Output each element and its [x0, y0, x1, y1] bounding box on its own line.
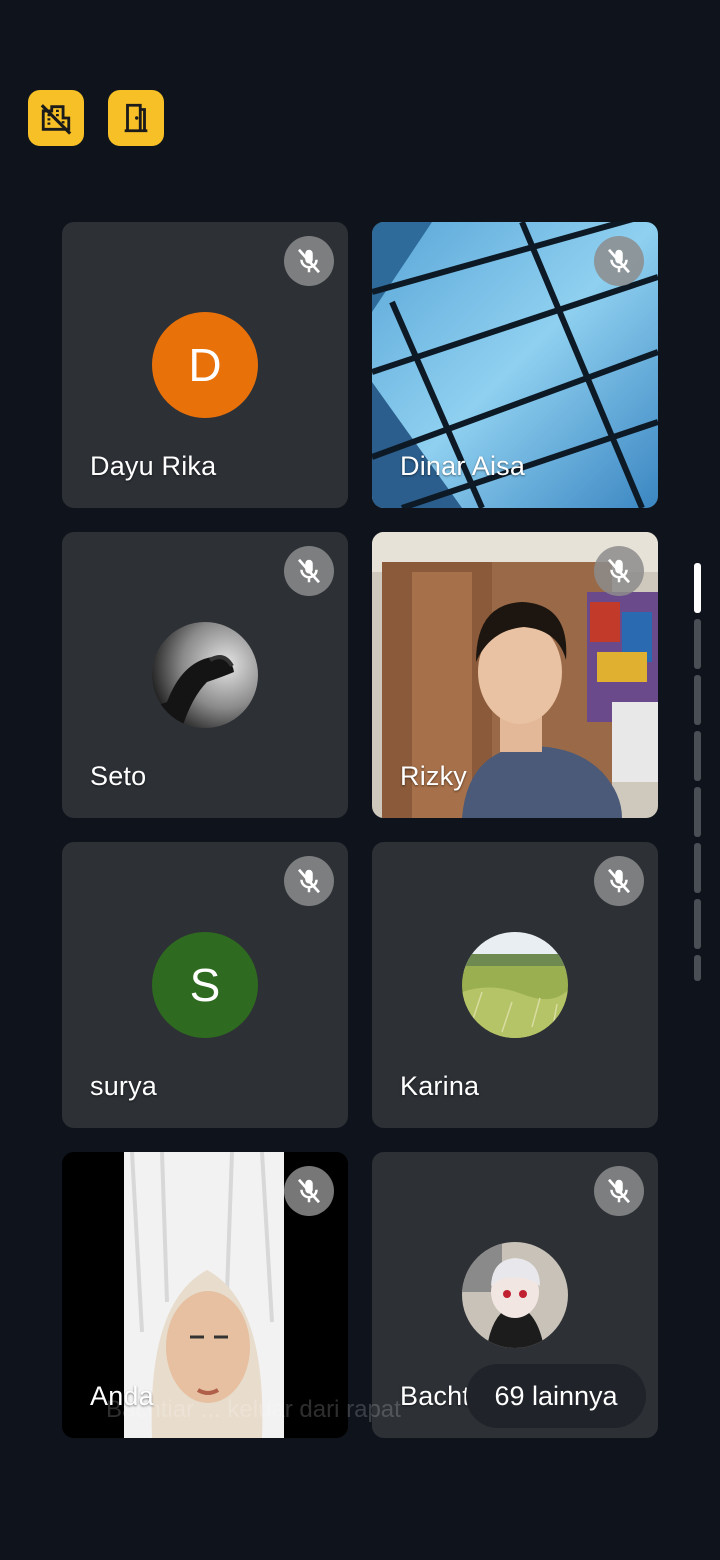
- participant-name: surya: [90, 1071, 158, 1101]
- camera-off-building-icon: [40, 104, 72, 135]
- avatar: D: [152, 312, 258, 418]
- mic-off-indicator: [284, 236, 334, 286]
- participant-name: Dinar Aisa: [400, 451, 526, 481]
- avatar: [462, 932, 568, 1038]
- camera-off-button[interactable]: [28, 90, 84, 146]
- scroll-segment: [694, 843, 701, 893]
- leave-door-button[interactable]: [108, 90, 164, 146]
- scroll-segment: [694, 787, 701, 837]
- grass-field-image: [462, 932, 568, 1038]
- participant-tile[interactable]: Karina: [372, 842, 658, 1128]
- mic-off-indicator: [594, 1166, 644, 1216]
- mic-off-icon: [297, 1178, 321, 1204]
- more-participants-button[interactable]: 69 lainnya: [466, 1364, 646, 1428]
- avatar: S: [152, 932, 258, 1038]
- anime-character-image: [462, 1242, 568, 1348]
- toast-message: Bachtiar ... keluar dari rapat: [106, 1396, 401, 1423]
- mic-off-icon: [607, 1178, 631, 1204]
- scroll-segment: [694, 731, 701, 781]
- mic-off-icon: [297, 248, 321, 274]
- participant-name: Karina: [400, 1071, 480, 1101]
- participant-name: Rizky: [400, 761, 467, 791]
- scroll-segment: [694, 899, 701, 949]
- participant-tile[interactable]: D Dayu Rika: [62, 222, 348, 508]
- door-exit-icon: [124, 103, 148, 133]
- avatar-initial: S: [189, 959, 221, 1011]
- participant-tile[interactable]: S surya: [62, 842, 348, 1128]
- avatar: [152, 622, 258, 728]
- mic-off-indicator: [284, 856, 334, 906]
- avatar-initial: D: [188, 339, 222, 391]
- mic-off-icon: [297, 558, 321, 584]
- scroll-segment: [694, 675, 701, 725]
- scroll-segment: [694, 619, 701, 669]
- mic-off-icon: [297, 868, 321, 894]
- mic-off-icon: [607, 248, 631, 274]
- mic-off-indicator: [594, 546, 644, 596]
- participant-tile[interactable]: Seto: [62, 532, 348, 818]
- mic-off-icon: [607, 868, 631, 894]
- participant-tile[interactable]: Dinar Aisa: [372, 222, 658, 508]
- hooded-figure-image: [152, 655, 234, 728]
- participant-name: Dayu Rika: [90, 451, 217, 481]
- mic-off-indicator: [284, 546, 334, 596]
- participant-tile[interactable]: Rizky: [372, 532, 658, 818]
- mic-off-indicator: [284, 1166, 334, 1216]
- mic-off-icon: [607, 558, 631, 584]
- scroll-thumb[interactable]: [694, 563, 701, 613]
- mic-off-indicator: [594, 236, 644, 286]
- scroll-segment: [694, 955, 701, 981]
- avatar: [462, 1242, 568, 1348]
- mic-off-indicator: [594, 856, 644, 906]
- participant-name: Seto: [90, 761, 147, 791]
